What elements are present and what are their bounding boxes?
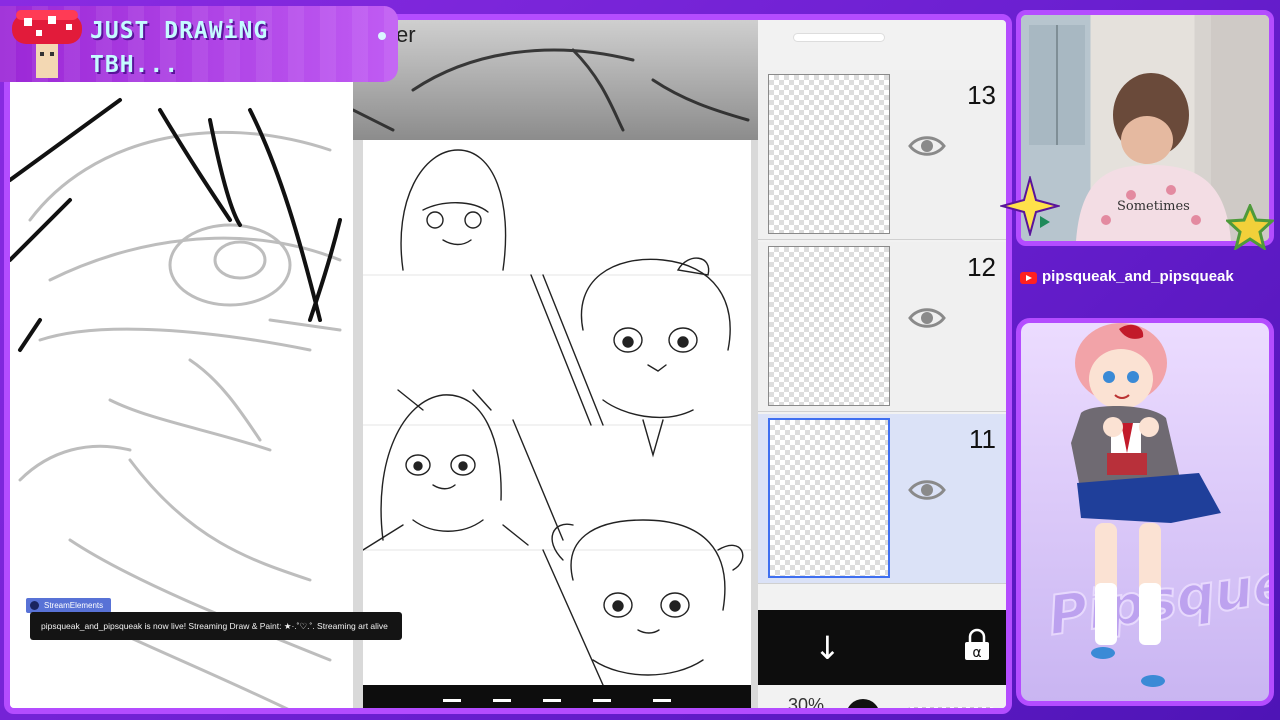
header-sketch-overlay bbox=[353, 48, 750, 132]
opacity-control[interactable]: 30% bbox=[758, 685, 1006, 714]
layer-number: 12 bbox=[967, 252, 996, 282]
opacity-slider[interactable] bbox=[906, 707, 996, 708]
title-dot bbox=[378, 32, 386, 40]
layer-panel: 13 12 11 ↓ α 30% bbox=[758, 20, 1006, 714]
stream-title-banner: JUST DRAWiNG TBH... bbox=[0, 6, 398, 82]
title-line-2: TBH... bbox=[90, 52, 180, 78]
layer-thumbnail[interactable] bbox=[768, 246, 890, 406]
svg-text:Sometimes: Sometimes bbox=[1117, 199, 1190, 214]
arrow-down-icon[interactable]: ↓ bbox=[814, 632, 841, 664]
canvas-header: yer bbox=[353, 20, 758, 140]
youtube-icon bbox=[1020, 272, 1037, 284]
tool-icon[interactable] bbox=[443, 699, 461, 708]
tool-icon[interactable] bbox=[593, 699, 611, 708]
layer-thumbnail[interactable] bbox=[768, 74, 890, 234]
layer-number: 11 bbox=[969, 424, 996, 454]
streamelements-badge: StreamElements bbox=[26, 598, 112, 613]
layer-thumbnail[interactable] bbox=[768, 418, 890, 578]
layer-number: 13 bbox=[967, 80, 996, 110]
canvas-area[interactable]: yer bbox=[353, 20, 758, 708]
canvas-bottom-toolbar bbox=[363, 685, 751, 708]
eye-icon[interactable] bbox=[908, 478, 946, 502]
stream-overlay: yer 13 12 11 ↓ α 30% JUST DRAWiNG TBH...… bbox=[0, 0, 1280, 720]
layer-row-12[interactable]: 12 bbox=[758, 242, 1006, 412]
stream-live-message: pipsqueak_and_pipsqueak is now live! Str… bbox=[30, 612, 402, 640]
opacity-value: 30% bbox=[788, 695, 825, 714]
star-icon bbox=[1226, 204, 1274, 250]
tool-icon[interactable] bbox=[653, 699, 671, 708]
eye-icon[interactable] bbox=[908, 134, 946, 158]
character-panel: Pipsqueak bbox=[1016, 318, 1274, 706]
layer-row-13[interactable]: 13 bbox=[758, 70, 1006, 240]
panel-drag-handle[interactable] bbox=[794, 34, 884, 41]
opacity-knob[interactable] bbox=[846, 699, 880, 708]
title-line-1: JUST DRAWiNG bbox=[90, 18, 269, 44]
eye-icon[interactable] bbox=[908, 306, 946, 330]
tool-icon[interactable] bbox=[493, 699, 511, 708]
drawing-canvas[interactable] bbox=[363, 140, 751, 685]
channel-name: pipsqueak_and_pipsqueak bbox=[1042, 268, 1234, 285]
character-sketches bbox=[363, 149, 751, 685]
drawing-app-window: yer 13 12 11 ↓ α 30% bbox=[4, 14, 1012, 714]
mushroom-icon bbox=[12, 10, 82, 78]
alpha-lock-icon[interactable]: α bbox=[962, 628, 992, 662]
svg-text:α: α bbox=[972, 645, 981, 661]
tool-icon[interactable] bbox=[543, 699, 561, 708]
mascot-character bbox=[1071, 323, 1221, 687]
layer-row-11[interactable]: 11 bbox=[758, 414, 1006, 584]
layer-actions-bar: ↓ α bbox=[758, 610, 1006, 685]
star-icon bbox=[1000, 176, 1060, 236]
